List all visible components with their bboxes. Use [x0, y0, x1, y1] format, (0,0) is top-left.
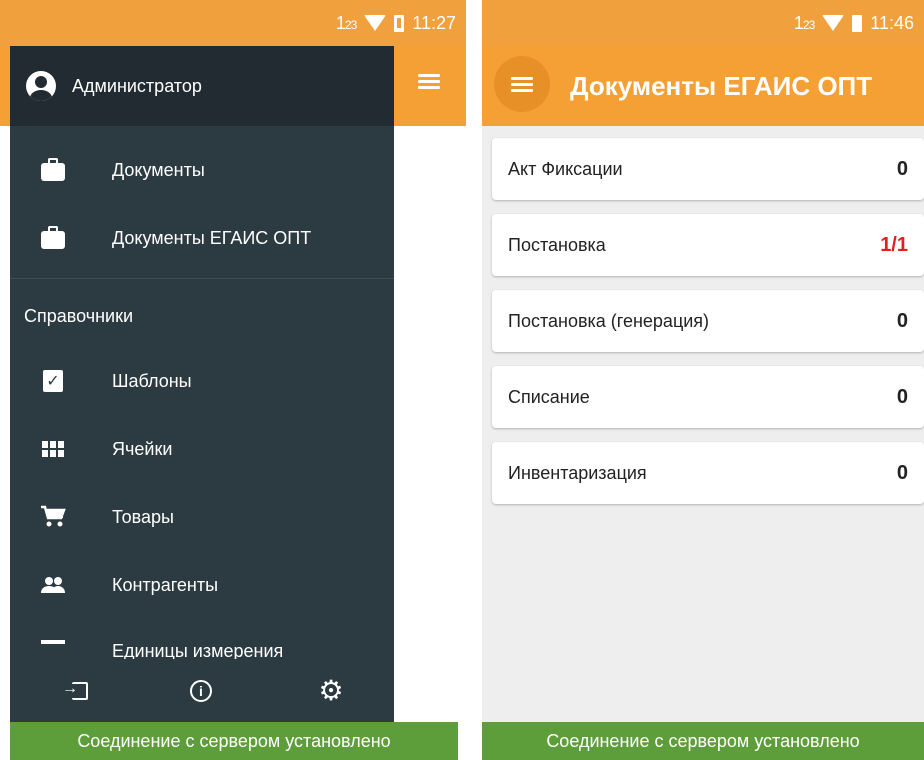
section-title: Справочники	[24, 305, 134, 326]
drawer-item-label: Документы	[112, 159, 205, 180]
card-inventory[interactable]: Инвентаризация 0	[492, 442, 924, 504]
card-act-fixation[interactable]: Акт Фиксации 0	[492, 138, 924, 200]
clipboard-check-icon: ✓	[40, 369, 66, 393]
cart-icon	[40, 505, 66, 529]
card-label: Инвентаризация	[508, 462, 647, 483]
sim-indicator: 123	[793, 12, 815, 33]
grid-icon	[40, 437, 66, 461]
exit-icon[interactable]	[62, 676, 95, 706]
gear-icon[interactable]: ⚙	[316, 676, 346, 706]
card-label: Постановка	[508, 234, 606, 255]
app-bar: Документы ЕГАИС ОПТ	[482, 46, 924, 126]
page-title: Документы ЕГАИС ОПТ	[570, 70, 873, 101]
card-count: 0	[896, 461, 908, 484]
drawer-item-products[interactable]: Товары	[10, 483, 394, 551]
clock: 11:46	[870, 12, 914, 33]
clock: 11:27	[412, 12, 456, 33]
sim-indicator: 123	[335, 12, 357, 33]
people-icon	[40, 573, 66, 597]
drawer-item-cells[interactable]: Ячейки	[10, 415, 394, 483]
info-icon[interactable]: i	[186, 676, 216, 706]
wifi-icon	[364, 15, 387, 31]
divider	[10, 278, 394, 279]
card-label: Постановка (генерация)	[508, 310, 710, 331]
drawer-item-label: Шаблоны	[112, 370, 192, 391]
drawer-item-label: Единицы измерения	[112, 641, 284, 659]
drawer-item-label: Ячейки	[112, 438, 173, 459]
left-screen: 123 11:27 Администратор Документы Докуме…	[0, 0, 466, 760]
card-registration[interactable]: Постановка 1/1	[492, 214, 924, 276]
right-screen: 123 11:46 Документы ЕГАИС ОПТ Акт Фиксац…	[482, 0, 924, 760]
card-label: Списание	[508, 386, 590, 407]
status-bar: 123 11:27	[0, 0, 466, 46]
card-count: 1/1	[880, 233, 908, 256]
briefcase-icon	[40, 226, 66, 250]
drawer-item-label: Товары	[112, 506, 174, 527]
battery-charging-icon	[394, 14, 405, 32]
card-label: Акт Фиксации	[508, 158, 623, 179]
connection-status: Соединение с сервером установлено	[10, 722, 458, 760]
ruler-icon	[40, 633, 66, 657]
battery-icon	[852, 14, 863, 32]
connection-status: Соединение с сервером установлено	[482, 722, 924, 760]
drawer-header[interactable]: Администратор	[10, 46, 394, 126]
drawer-item-units[interactable]: Единицы измерения	[10, 619, 394, 659]
wifi-icon	[822, 15, 845, 31]
drawer-item-label: Контрагенты	[112, 574, 219, 595]
status-bar: 123 11:46	[482, 0, 924, 46]
card-count: 0	[896, 309, 908, 332]
drawer-item-counterparties[interactable]: Контрагенты	[10, 551, 394, 619]
card-count: 0	[896, 385, 908, 408]
drawer-item-documents[interactable]: Документы	[10, 136, 394, 204]
briefcase-icon	[40, 158, 66, 182]
menu-button[interactable]	[494, 56, 550, 112]
menu-icon[interactable]	[418, 74, 442, 90]
drawer-item-label: Документы ЕГАИС ОПТ	[112, 227, 312, 248]
drawer-item-egais-documents[interactable]: Документы ЕГАИС ОПТ	[10, 204, 394, 272]
account-icon	[26, 71, 56, 101]
drawer-footer: i ⚙	[10, 660, 394, 722]
document-list: Акт Фиксации 0 Постановка 1/1 Постановка…	[492, 138, 924, 518]
card-registration-generation[interactable]: Постановка (генерация) 0	[492, 290, 924, 352]
card-count: 0	[896, 157, 908, 180]
drawer-item-templates[interactable]: ✓ Шаблоны	[10, 347, 394, 415]
username: Администратор	[72, 75, 202, 96]
card-write-off[interactable]: Списание 0	[492, 366, 924, 428]
navigation-drawer: Администратор Документы Документы ЕГАИС …	[10, 46, 394, 722]
